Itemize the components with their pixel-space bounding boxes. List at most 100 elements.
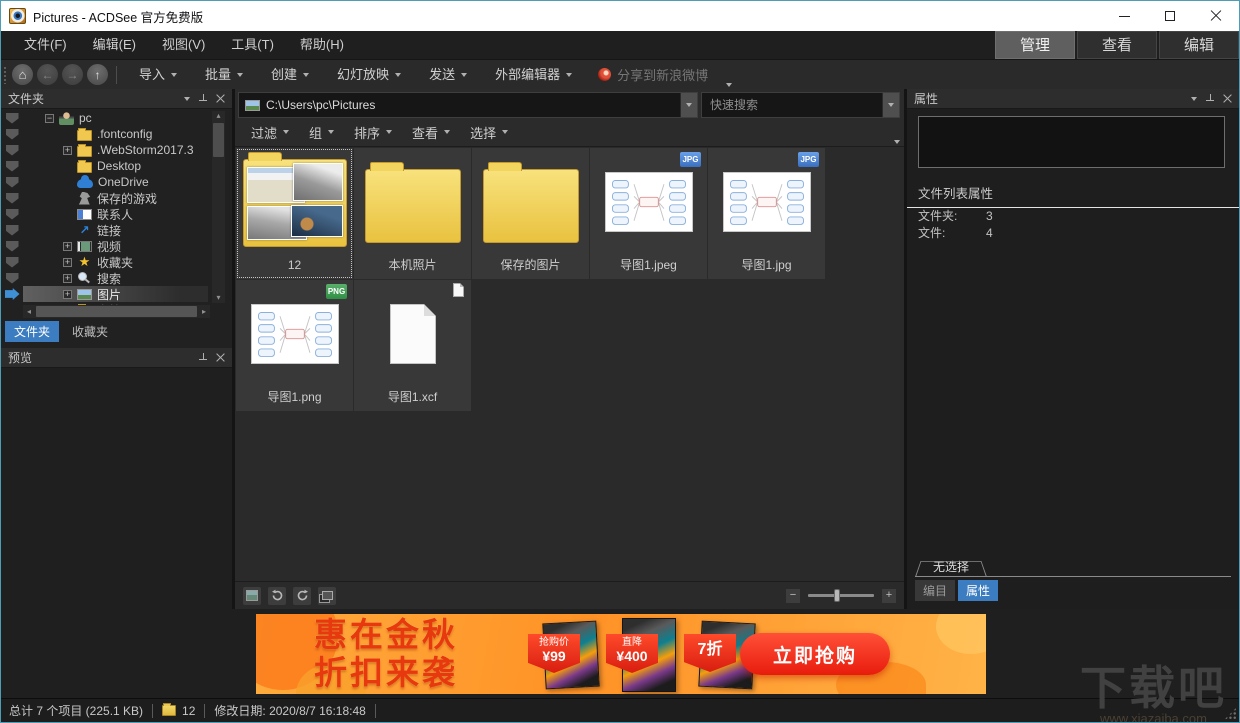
expand-icon[interactable]: + (63, 146, 72, 155)
scroll-down-icon[interactable]: ▾ (212, 293, 225, 303)
tree-item-contacts[interactable]: 联系人 (23, 206, 208, 222)
mode-button[interactable]: 查看 (1077, 31, 1157, 59)
toolbar-button[interactable]: 外部编辑器 (481, 60, 586, 90)
pin-icon[interactable] (199, 94, 207, 103)
banner-products: 抢购价¥99直降¥4007折 (544, 618, 754, 692)
slider-handle[interactable] (834, 589, 840, 602)
file-tile[interactable]: 导图1.xcf (354, 280, 471, 411)
address-bar[interactable]: C:\Users\pc\Pictures (238, 92, 698, 118)
toolbar-button[interactable]: 批量 (191, 60, 257, 90)
share-weibo-button[interactable]: 分享到新浪微博 (586, 65, 720, 84)
tree-vertical-scrollbar[interactable]: ▴ ▾ (212, 111, 225, 303)
tree-item-search[interactable]: +搜索 (23, 270, 208, 286)
toolbar-grip[interactable] (3, 66, 7, 84)
close-panel-icon[interactable] (216, 94, 225, 103)
toolbar-button[interactable]: 创建 (257, 60, 323, 90)
tree-item-label: 图片 (97, 286, 121, 303)
thumbnail-view-button[interactable] (243, 587, 261, 605)
property-row: 文件夹: 3 (907, 207, 1239, 224)
forward-button[interactable] (62, 64, 83, 85)
tree-item-fontconfig[interactable]: .fontconfig (23, 126, 208, 142)
scroll-right-icon[interactable]: ▸ (198, 307, 210, 316)
toolbar-button[interactable]: 幻灯放映 (323, 60, 415, 90)
panel-menu-icon[interactable] (1191, 97, 1197, 101)
tree-item-favorites[interactable]: +★收藏夹 (23, 254, 208, 270)
close-button[interactable] (1193, 1, 1239, 31)
properties-tab[interactable]: 编目 (915, 580, 955, 601)
expand-icon[interactable]: + (63, 274, 72, 283)
collapse-icon[interactable]: − (45, 114, 54, 123)
file-tile[interactable]: PNG导图1.png (236, 280, 353, 411)
menu-item[interactable]: 帮助(H) (287, 31, 357, 59)
filter-button[interactable]: 选择 (460, 123, 518, 142)
mode-button[interactable]: 编辑 (1159, 31, 1239, 59)
rotate-left-button[interactable] (268, 587, 286, 605)
buy-now-button[interactable]: 立即抢购 (740, 633, 890, 675)
menu-item[interactable]: 视图(V) (149, 31, 218, 59)
pin-icon[interactable] (1206, 94, 1214, 103)
back-button[interactable] (37, 64, 58, 85)
menu-item[interactable]: 工具(T) (218, 31, 287, 59)
scroll-up-icon[interactable]: ▴ (212, 111, 225, 121)
panel-menu-icon[interactable] (184, 97, 190, 101)
filter-overflow-icon[interactable] (894, 140, 900, 145)
scrollbar-thumb[interactable] (213, 123, 224, 157)
tree-horizontal-scrollbar[interactable]: ◂ ▸ (23, 305, 210, 318)
banner-product: 直降¥400 (622, 618, 676, 692)
search-dropdown-button[interactable] (882, 93, 899, 117)
slider-track[interactable] (808, 594, 874, 597)
pin-icon[interactable] (199, 353, 207, 362)
file-thumbnail (472, 148, 589, 255)
tree-item-videos[interactable]: +视频 (23, 238, 208, 254)
file-tile[interactable]: JPG导图1.jpeg (590, 148, 707, 279)
mode-button[interactable]: 管理 (995, 31, 1075, 59)
filter-button[interactable]: 组 (299, 123, 344, 142)
menu-item[interactable]: 编辑(E) (80, 31, 149, 59)
expand-icon[interactable]: + (63, 258, 72, 267)
banner-strip: 惠在金秋 折扣来袭 抢购价¥99直降¥4007折 立即抢购 (1, 609, 1239, 698)
expand-icon[interactable]: + (63, 290, 72, 299)
minimize-button[interactable] (1101, 1, 1147, 31)
tree-item-desktop[interactable]: Desktop (23, 158, 208, 174)
toolbar-button[interactable]: 发送 (415, 60, 481, 90)
tree-item-pictures[interactable]: + 图片 (23, 286, 208, 302)
folders-panel-tab[interactable]: 收藏夹 (63, 321, 117, 342)
tree-item-webstorm[interactable]: +.WebStorm2017.3 (23, 142, 208, 158)
zoom-in-button[interactable]: + (882, 589, 896, 603)
tree-item-links[interactable]: ↗链接 (23, 222, 208, 238)
file-tile[interactable]: 12 (236, 148, 353, 279)
tree-item-onedrive[interactable]: OneDrive (23, 174, 208, 190)
rotate-right-button[interactable] (293, 587, 311, 605)
search-input[interactable] (702, 98, 882, 112)
filter-button[interactable]: 排序 (344, 123, 402, 142)
filter-button[interactable]: 过滤 (241, 123, 299, 142)
compare-button[interactable] (318, 587, 336, 605)
photo-preview (291, 205, 343, 237)
file-tile[interactable]: JPG导图1.jpg (708, 148, 825, 279)
folders-panel-tab[interactable]: 文件夹 (5, 321, 59, 342)
address-path: C:\Users\pc\Pictures (266, 98, 375, 112)
tree-item-pc[interactable]: −pc (23, 110, 208, 126)
menu-item[interactable]: 文件(F) (11, 31, 80, 59)
up-button[interactable] (87, 64, 108, 85)
zoom-out-button[interactable]: − (786, 589, 800, 603)
maximize-button[interactable] (1147, 1, 1193, 31)
home-button[interactable] (12, 64, 33, 85)
tree-item-label: 链接 (97, 222, 121, 239)
toolbar-button[interactable]: 导入 (125, 60, 191, 90)
file-tile[interactable]: 保存的图片 (472, 148, 589, 279)
scroll-left-icon[interactable]: ◂ (23, 307, 35, 316)
address-dropdown-button[interactable] (680, 93, 697, 117)
maximize-icon (1165, 11, 1175, 21)
close-panel-icon[interactable] (1223, 94, 1232, 103)
properties-tab[interactable]: 属性 (958, 580, 998, 601)
chevron-down-icon (171, 73, 177, 77)
expand-icon[interactable]: + (63, 242, 72, 251)
ad-banner[interactable]: 惠在金秋 折扣来袭 抢购价¥99直降¥4007折 立即抢购 (256, 614, 986, 694)
banner-product: 抢购价¥99 (544, 618, 598, 688)
file-tile[interactable]: 本机照片 (354, 148, 471, 279)
tree-item-saved-games[interactable]: 保存的游戏 (23, 190, 208, 206)
close-panel-icon[interactable] (216, 353, 225, 362)
scrollbar-thumb[interactable] (36, 306, 197, 317)
filter-button[interactable]: 查看 (402, 123, 460, 142)
